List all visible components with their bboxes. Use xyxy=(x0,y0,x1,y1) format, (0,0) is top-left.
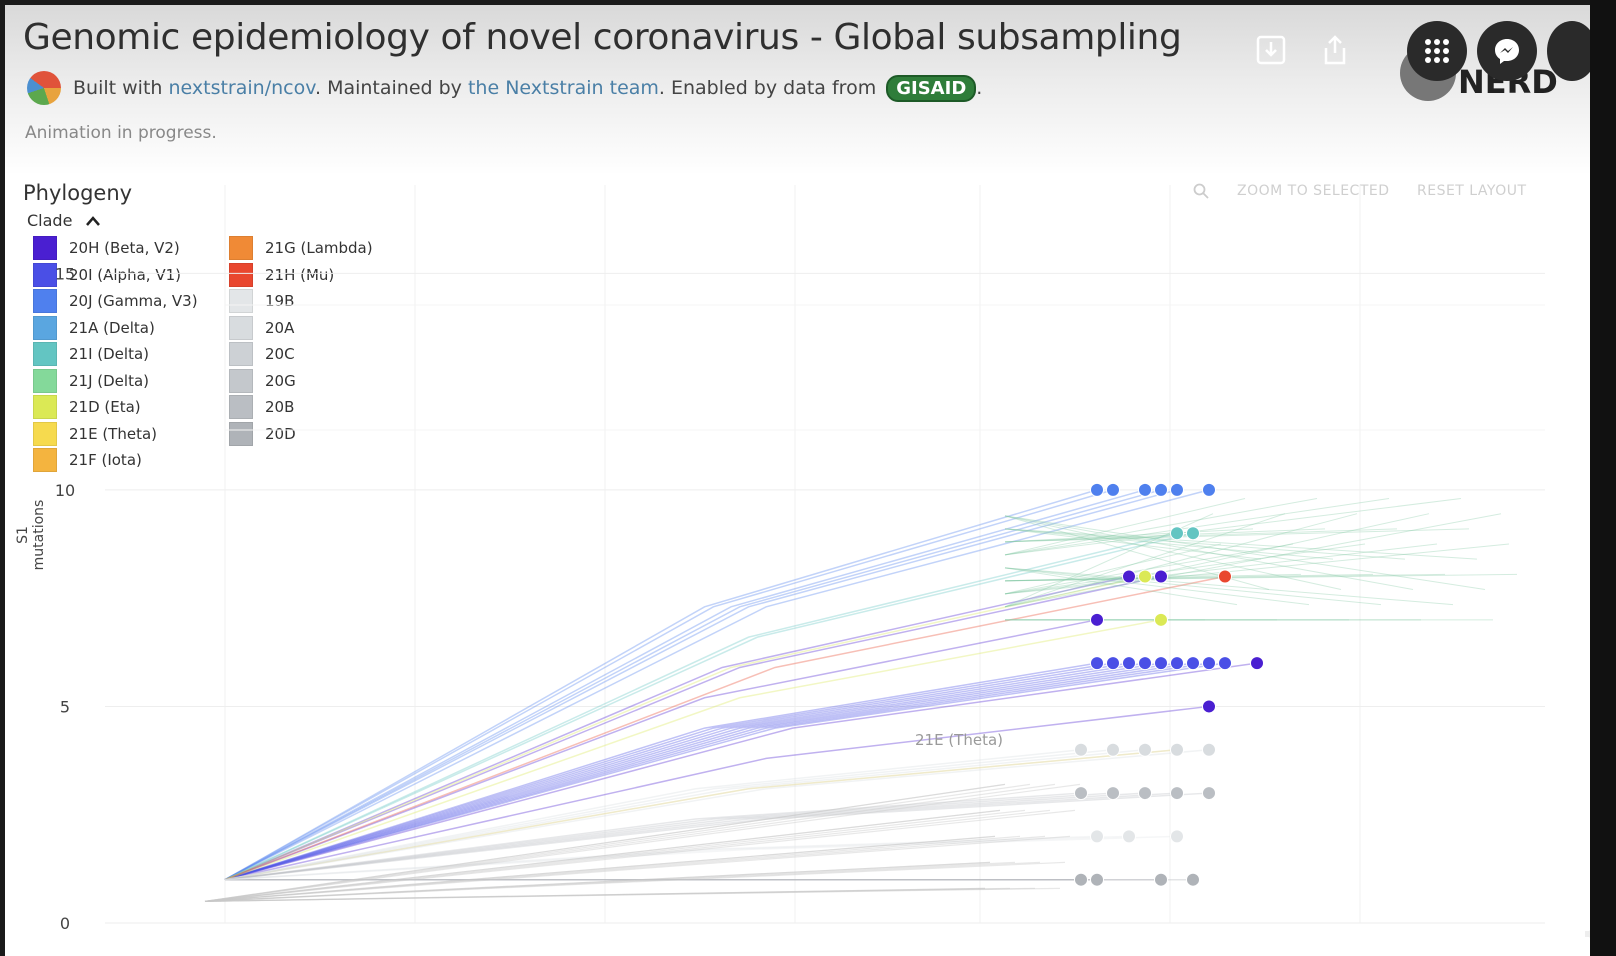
y-tick-label: 15 xyxy=(55,264,75,283)
tip-point xyxy=(1202,699,1216,714)
branch-line xyxy=(224,662,1146,881)
tip-point xyxy=(1074,872,1088,887)
tip-point xyxy=(1202,742,1216,757)
tip-point xyxy=(1154,482,1168,497)
tip-point xyxy=(1154,872,1168,887)
tip-point xyxy=(1154,612,1168,627)
tip-point xyxy=(1074,742,1088,757)
tip-point xyxy=(1186,872,1200,887)
tip-point xyxy=(1218,569,1232,584)
tip-point xyxy=(1090,872,1104,887)
branch-line xyxy=(224,662,1258,881)
tip-point xyxy=(1202,786,1216,801)
tip-point xyxy=(1090,612,1104,627)
branch-line xyxy=(224,835,1178,881)
tip-point xyxy=(1154,569,1168,584)
nextstrain-page: Genomic epidemiology of novel coronaviru… xyxy=(5,5,1590,956)
tip-point xyxy=(1138,569,1152,584)
tip-point xyxy=(1170,829,1184,844)
tip-point xyxy=(1122,829,1136,844)
y-tick-label: 5 xyxy=(60,697,70,716)
tip-point xyxy=(1122,569,1136,584)
tip-point xyxy=(1074,786,1088,801)
branch-line xyxy=(1004,498,1318,556)
tip-point xyxy=(1186,526,1200,541)
y-axis-ticks: 0 5 10 15 xyxy=(55,264,75,933)
tip-point xyxy=(1170,482,1184,497)
tip-point xyxy=(1138,482,1152,497)
right-edge-strip xyxy=(1590,0,1616,956)
tip-point xyxy=(1202,656,1216,671)
tree-branches xyxy=(204,489,1518,902)
tip-point xyxy=(1122,656,1136,671)
tip-point xyxy=(1218,656,1232,671)
tip-point xyxy=(1090,829,1104,844)
tip-point xyxy=(1106,742,1120,757)
y-tick-label: 0 xyxy=(60,914,70,933)
tip-point xyxy=(1138,656,1152,671)
tip-point xyxy=(1090,656,1104,671)
tip-point xyxy=(1170,656,1184,671)
tip-point xyxy=(1106,786,1120,801)
branch-line xyxy=(1004,543,1438,595)
branch-line xyxy=(1004,543,1366,595)
branch-line xyxy=(204,887,986,902)
mute-icon[interactable] xyxy=(1583,923,1590,947)
tip-point xyxy=(1090,482,1104,497)
tip-point xyxy=(1170,526,1184,541)
tip-point xyxy=(1186,656,1200,671)
tip-point xyxy=(1170,742,1184,757)
phylogeny-chart[interactable]: 0 5 10 15 21E (Theta) xyxy=(5,5,1590,956)
tip-point xyxy=(1138,742,1152,757)
tip-point xyxy=(1170,786,1184,801)
tip-point xyxy=(1106,482,1120,497)
tip-point xyxy=(1138,786,1152,801)
clade-annotation: 21E (Theta) xyxy=(915,731,1003,749)
tip-point xyxy=(1106,656,1120,671)
tip-point xyxy=(1154,656,1168,671)
y-tick-label: 10 xyxy=(55,481,75,500)
tip-point xyxy=(1202,482,1216,497)
tip-point xyxy=(1250,656,1264,671)
